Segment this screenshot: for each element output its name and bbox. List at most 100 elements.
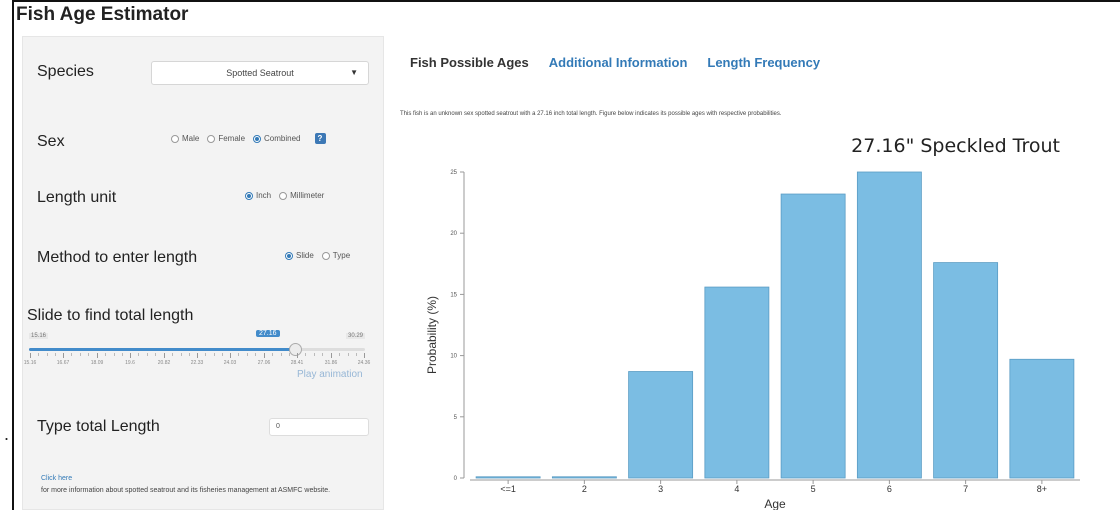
species-select[interactable]: Spotted Seatrout ▼ (151, 61, 369, 85)
slider-label: Slide to find total length (27, 307, 194, 324)
tab-length-frequency[interactable]: Length Frequency (707, 55, 820, 70)
species-selected-value: Spotted Seatrout (226, 68, 294, 78)
chart-title: 27.16" Speckled Trout (851, 135, 1060, 157)
unit-radio-inch[interactable] (245, 191, 253, 200)
bar (475, 476, 541, 479)
slider-tick-label: 16.67 (56, 360, 70, 366)
slider-tick-label: 18.09 (90, 360, 104, 366)
slider-minor-tick (105, 353, 106, 356)
slider-minor-tick (71, 353, 72, 356)
species-label: Species (37, 63, 94, 80)
slider-tick-label: 15.16 (23, 360, 37, 366)
length-unit-label: Length unit (37, 189, 117, 206)
slider-fill (29, 348, 295, 351)
length-unit-radio-group: Inch Millimeter (245, 191, 329, 200)
type-length-input[interactable]: 0 (269, 418, 369, 436)
slider-minor-tick (238, 353, 239, 356)
method-option-type-label: Type (332, 251, 351, 260)
tab-additional-information[interactable]: Additional Information (549, 55, 688, 70)
tab-bar: Fish Possible Ages Additional Informatio… (410, 55, 820, 70)
slider-tick-label: 27.06 (257, 360, 271, 366)
slider-minor-tick (222, 353, 223, 356)
sex-radio-female[interactable] (207, 134, 216, 143)
slider-minor-tick (289, 353, 290, 356)
sex-option-female-label: Female (218, 134, 246, 143)
click-here-link[interactable]: Click here (41, 475, 72, 482)
bar (628, 371, 694, 479)
unit-radio-millimeter[interactable] (279, 191, 288, 200)
slider-tick (164, 353, 165, 358)
slider-min-label: 15.16 (29, 333, 49, 339)
unit-option-inch-label: Inch (256, 191, 272, 200)
x-tick-label: 6 (887, 484, 892, 494)
play-animation-link[interactable]: Play animation (297, 369, 363, 380)
slider-minor-tick (314, 353, 315, 356)
chevron-down-icon: ▼ (350, 68, 358, 77)
slider-tick (230, 353, 231, 358)
slider-minor-tick (322, 353, 323, 356)
sex-radio-combined[interactable] (253, 134, 262, 143)
method-radio-group: Slide Type (285, 251, 355, 260)
bar (780, 193, 846, 479)
y-tick-label: 25 (450, 170, 457, 176)
bar (704, 286, 770, 479)
sex-radio-male[interactable] (171, 134, 179, 143)
slider-minor-tick (281, 353, 282, 356)
more-info-text: for more information about spotted seatr… (41, 487, 331, 494)
x-tick-label: 3 (658, 484, 663, 494)
slider-tick-label: 22.33 (190, 360, 204, 366)
y-axis-title: Probability (%) (425, 296, 439, 374)
x-tick-label: 7 (963, 484, 968, 494)
x-axis-title: Age (764, 497, 786, 510)
slider-tick-label: 24.36 (357, 360, 371, 366)
result-description: This fish is an unknown sex spotted seat… (400, 111, 782, 117)
type-length-label: Type total Length (37, 418, 160, 435)
slider-minor-tick (47, 353, 48, 356)
method-radio-slide[interactable] (285, 251, 293, 260)
slider-tick (331, 353, 332, 358)
slider-minor-tick (205, 353, 206, 356)
method-radio-type[interactable] (321, 251, 330, 260)
help-icon[interactable]: ? (314, 133, 326, 144)
slider-minor-tick (356, 353, 357, 356)
slider-minor-tick (348, 353, 349, 356)
method-option-slide-label: Slide (296, 251, 314, 260)
slider-minor-tick (147, 353, 148, 356)
slider-tick (130, 353, 131, 358)
y-tick-label: 10 (450, 354, 457, 360)
slider-minor-tick (181, 353, 182, 356)
y-tick-label: 20 (450, 231, 457, 237)
slider-tick (297, 353, 298, 358)
x-tick-label: 5 (811, 484, 816, 494)
slider-minor-tick (189, 353, 190, 356)
slider-minor-tick (172, 353, 173, 356)
slider-tick (364, 353, 365, 358)
slider-minor-tick (305, 353, 306, 356)
bar (856, 171, 922, 479)
slider-minor-tick (38, 353, 39, 356)
slider-tick-label: 19.6 (125, 360, 135, 366)
tab-fish-possible-ages[interactable]: Fish Possible Ages (410, 55, 529, 70)
slider-minor-tick (255, 353, 256, 356)
unit-option-millimeter-label: Millimeter (290, 191, 325, 200)
x-tick-label: 4 (734, 484, 739, 494)
sidebar-panel: Species Spotted Seatrout ▼ Sex Male Fema… (22, 36, 384, 510)
slider-tick-label: 20.82 (157, 360, 171, 366)
slider-minor-tick (272, 353, 273, 356)
x-tick-label: 8+ (1037, 484, 1047, 494)
slider-minor-tick (55, 353, 56, 356)
slider-max-label: 30.29 (345, 333, 365, 339)
app-title: Fish Age Estimator (16, 4, 189, 25)
sex-radio-group: Male Female Combined ? (171, 133, 326, 144)
sex-option-male-label: Male (182, 134, 200, 143)
method-label: Method to enter length (37, 249, 198, 266)
slider-minor-tick (155, 353, 156, 356)
slider-minor-tick (339, 353, 340, 356)
bar (933, 262, 999, 479)
slider-minor-tick (138, 353, 139, 356)
slider-tick-label: 28.41 (290, 360, 304, 366)
slider-minor-tick (247, 353, 248, 356)
slider-tick-label: 24.03 (223, 360, 237, 366)
slider-minor-tick (214, 353, 215, 356)
slider-tick (197, 353, 198, 358)
